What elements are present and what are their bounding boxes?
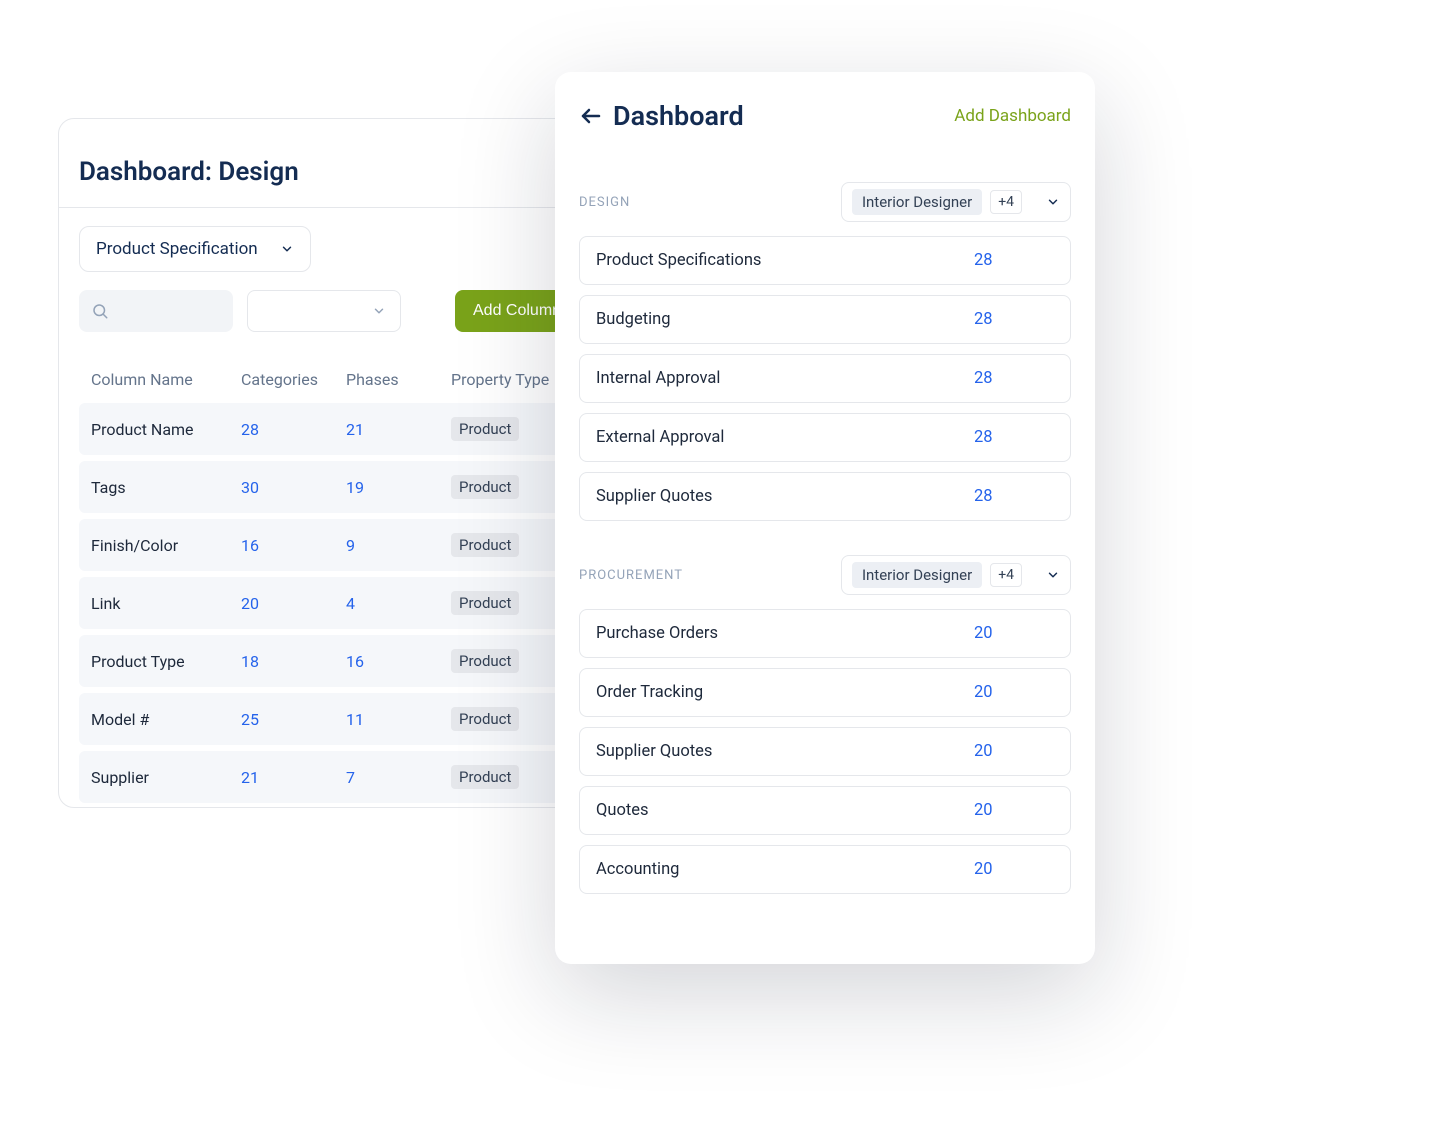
list-item-label: Supplier Quotes xyxy=(596,742,974,761)
back-button[interactable] xyxy=(579,104,603,128)
list-item-count: 28 xyxy=(974,487,1054,506)
cell-categories[interactable]: 30 xyxy=(241,478,346,497)
th-categories: Categories xyxy=(241,370,346,389)
cell-categories[interactable]: 16 xyxy=(241,536,346,555)
list-item-count: 28 xyxy=(974,251,1054,270)
cell-type-tag: Product xyxy=(451,649,519,673)
cell-phases[interactable]: 19 xyxy=(346,478,451,497)
list-item[interactable]: Product Specifications 28 xyxy=(579,236,1071,285)
cell-phases[interactable]: 11 xyxy=(346,710,451,729)
list-item[interactable]: Supplier Quotes 28 xyxy=(579,472,1071,521)
cell-name: Product Name xyxy=(91,420,241,439)
list-item-count: 28 xyxy=(974,369,1054,388)
cell-name: Link xyxy=(91,594,241,613)
arrow-left-icon xyxy=(579,104,603,128)
list-item[interactable]: Budgeting 28 xyxy=(579,295,1071,344)
page-title: Dashboard: Design xyxy=(79,157,299,187)
list-item-label: Purchase Orders xyxy=(596,624,974,643)
chevron-down-icon xyxy=(1046,568,1060,582)
list-item[interactable]: Internal Approval 28 xyxy=(579,354,1071,403)
list-item-label: Quotes xyxy=(596,801,974,820)
cell-phases[interactable]: 16 xyxy=(346,652,451,671)
list-item-label: Budgeting xyxy=(596,310,974,329)
panel-header: Dashboard Add Dashboard xyxy=(579,100,1071,132)
list-item[interactable]: Purchase Orders 20 xyxy=(579,609,1071,658)
role-filter-select[interactable]: Interior Designer +4 xyxy=(841,182,1071,222)
cell-name: Model # xyxy=(91,710,241,729)
filter-select[interactable] xyxy=(247,290,401,332)
cell-phases[interactable]: 4 xyxy=(346,594,451,613)
list-item-label: Accounting xyxy=(596,860,974,879)
cell-categories[interactable]: 21 xyxy=(241,768,346,787)
cell-type-tag: Product xyxy=(451,417,519,441)
cell-categories[interactable]: 18 xyxy=(241,652,346,671)
cell-name: Product Type xyxy=(91,652,241,671)
panel-title: Dashboard xyxy=(613,100,744,132)
cell-type-tag: Product xyxy=(451,475,519,499)
list-item-count: 20 xyxy=(974,742,1054,761)
cell-phases[interactable]: 9 xyxy=(346,536,451,555)
search-icon xyxy=(91,302,109,320)
chevron-down-icon xyxy=(1046,195,1060,209)
chevron-down-icon xyxy=(372,304,386,318)
list-item[interactable]: Supplier Quotes 20 xyxy=(579,727,1071,776)
th-phases: Phases xyxy=(346,370,451,389)
list-item-count: 20 xyxy=(974,860,1054,879)
th-column-name: Column Name xyxy=(91,370,241,389)
list-item-count: 28 xyxy=(974,428,1054,447)
list-item-label: Supplier Quotes xyxy=(596,487,974,506)
cell-phases[interactable]: 7 xyxy=(346,768,451,787)
list-item[interactable]: External Approval 28 xyxy=(579,413,1071,462)
cell-type-tag: Product xyxy=(451,707,519,731)
cell-type-tag: Product xyxy=(451,533,519,557)
list-item-count: 28 xyxy=(974,310,1054,329)
list-item[interactable]: Accounting 20 xyxy=(579,845,1071,894)
section-header: PROCUREMENT Interior Designer +4 xyxy=(579,555,1071,595)
list-item[interactable]: Quotes 20 xyxy=(579,786,1071,835)
cell-name: Supplier xyxy=(91,768,241,787)
list-item-label: Order Tracking xyxy=(596,683,974,702)
list-item-label: Product Specifications xyxy=(596,251,974,270)
cell-type-tag: Product xyxy=(451,765,519,789)
cell-categories[interactable]: 20 xyxy=(241,594,346,613)
section-label: DESIGN xyxy=(579,195,630,210)
role-more-chip: +4 xyxy=(990,190,1022,214)
spec-dropdown-label: Product Specification xyxy=(96,239,258,259)
chevron-down-icon xyxy=(280,242,294,256)
role-chip: Interior Designer xyxy=(852,562,982,588)
role-filter-select[interactable]: Interior Designer +4 xyxy=(841,555,1071,595)
role-chip: Interior Designer xyxy=(852,189,982,215)
list-item-count: 20 xyxy=(974,683,1054,702)
section-header: DESIGN Interior Designer +4 xyxy=(579,182,1071,222)
list-item-label: External Approval xyxy=(596,428,974,447)
dashboard-panel: Dashboard Add Dashboard DESIGN Interior … xyxy=(555,72,1095,964)
list-item-count: 20 xyxy=(974,624,1054,643)
section-procurement: PROCUREMENT Interior Designer +4 Purchas… xyxy=(579,555,1071,894)
search-input[interactable] xyxy=(79,290,233,332)
cell-categories[interactable]: 28 xyxy=(241,420,346,439)
cell-name: Tags xyxy=(91,478,241,497)
section-label: PROCUREMENT xyxy=(579,568,683,583)
role-more-chip: +4 xyxy=(990,563,1022,587)
add-dashboard-link[interactable]: Add Dashboard xyxy=(954,106,1071,126)
cell-categories[interactable]: 25 xyxy=(241,710,346,729)
panel-title-wrap: Dashboard xyxy=(579,100,744,132)
cell-type-tag: Product xyxy=(451,591,519,615)
list-item[interactable]: Order Tracking 20 xyxy=(579,668,1071,717)
section-design: DESIGN Interior Designer +4 Product Spec… xyxy=(579,182,1071,521)
list-item-label: Internal Approval xyxy=(596,369,974,388)
cell-phases[interactable]: 21 xyxy=(346,420,451,439)
spec-dropdown[interactable]: Product Specification xyxy=(79,226,311,272)
cell-name: Finish/Color xyxy=(91,536,241,555)
list-item-count: 20 xyxy=(974,801,1054,820)
